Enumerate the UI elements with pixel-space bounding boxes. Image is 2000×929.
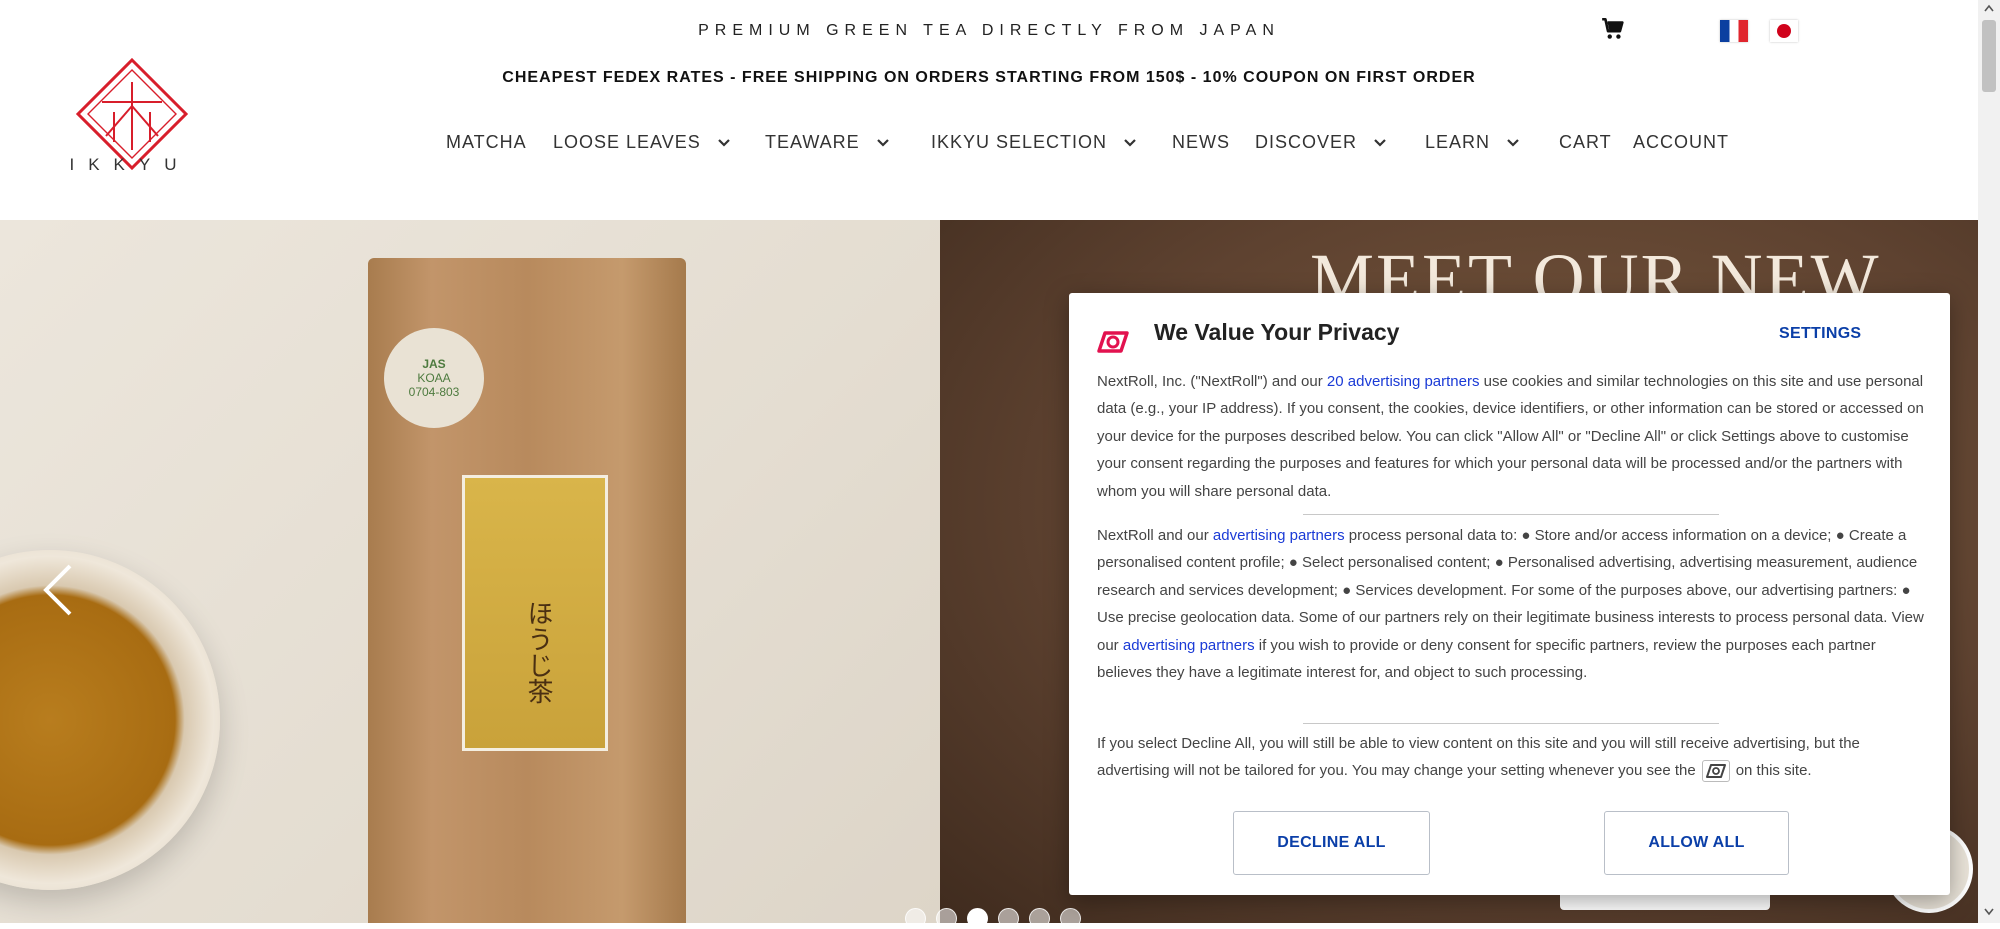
nav-item-label: ACCOUNT (1633, 132, 1729, 152)
slider-pagination (905, 908, 1081, 929)
slider-dot-active[interactable] (967, 908, 988, 929)
nav-item-loose-leaves[interactable]: LOOSE LEAVES (553, 132, 731, 153)
nav-item-label: NEWS (1172, 132, 1230, 152)
seal-text: JAS (422, 357, 446, 371)
seal-text: 0704-803 (408, 385, 460, 399)
nav-item-matcha[interactable]: MATCHA (446, 132, 527, 153)
allow-all-button[interactable]: ALLOW ALL (1604, 811, 1789, 875)
nextroll-logo-icon (1097, 331, 1129, 353)
nav-item-account[interactable]: ACCOUNT (1633, 132, 1729, 153)
consent-paragraph-1: NextRoll, Inc. ("NextRoll") and our 20 a… (1097, 368, 1925, 505)
nav-item-learn[interactable]: LEARN (1425, 132, 1520, 153)
settings-button[interactable]: SETTINGS (1779, 325, 1861, 343)
advertising-partners-link[interactable]: advertising partners (1123, 637, 1255, 654)
chevron-down-icon (1374, 138, 1386, 147)
advertising-partners-link[interactable]: 20 advertising partners (1327, 373, 1480, 390)
nav-item-label: CART (1559, 132, 1612, 152)
consent-paragraph-3: If you select Decline All, you will stil… (1097, 730, 1925, 785)
nav-item-ikkyu-selection[interactable]: IKKYU SELECTION (931, 132, 1137, 153)
slider-prev-arrow-icon[interactable] (40, 562, 76, 618)
nav-item-label: MATCHA (446, 132, 527, 152)
slider-dot[interactable] (998, 908, 1019, 929)
nav-item-label: TEAWARE (765, 132, 860, 152)
consent-title: We Value Your Privacy (1154, 319, 1400, 345)
page-scrollbar[interactable] (1978, 0, 2000, 923)
nav-item-label: DISCOVER (1255, 132, 1358, 152)
chevron-down-icon (1124, 138, 1136, 147)
slider-dot[interactable] (1060, 908, 1081, 929)
scrollbar-thumb[interactable] (1982, 20, 1996, 92)
nextroll-settings-icon[interactable] (1701, 760, 1730, 783)
scroll-up-arrow-icon[interactable] (1984, 4, 1994, 12)
chevron-down-icon (717, 138, 730, 147)
consent-text: use cookies and similar technologies on … (1097, 373, 1924, 500)
promo-banner: CHEAPEST FEDEX RATES - FREE SHIPPING ON … (502, 69, 1476, 86)
tea-bag-label-text: ほうじ茶 (523, 600, 553, 704)
slider-dot[interactable] (936, 908, 957, 929)
nav-item-label: IKKYU SELECTION (931, 132, 1108, 152)
privacy-consent-dialog: We Value Your Privacy SETTINGS NextRoll,… (1069, 293, 1950, 895)
consent-paragraph-2: NextRoll and our advertising partners pr… (1097, 522, 1925, 686)
header-tagline: PREMIUM GREEN TEA DIRECTLY FROM JAPAN (698, 22, 1280, 39)
cart-icon[interactable] (1600, 16, 1626, 42)
consent-text: NextRoll, Inc. ("NextRoll") and our (1097, 373, 1327, 390)
fr-flag-icon[interactable] (1720, 20, 1748, 42)
jp-flag-icon[interactable] (1770, 20, 1798, 42)
divider (1303, 723, 1719, 724)
consent-text: process personal data to: ● Store and/or… (1097, 527, 1924, 654)
nav-item-label: LEARN (1425, 132, 1491, 152)
nav-item-label: LOOSE LEAVES (553, 132, 701, 152)
logo-wordmark[interactable]: IKKYU (60, 155, 200, 175)
nav-item-discover[interactable]: DISCOVER (1255, 132, 1387, 153)
organic-seal-icon: JAS KOAA 0704-803 (384, 328, 484, 428)
seal-text: KOAA (417, 371, 451, 385)
nav-item-teaware[interactable]: TEAWARE (765, 132, 890, 153)
scroll-down-arrow-icon[interactable] (1984, 908, 1994, 916)
decline-all-button[interactable]: DECLINE ALL (1233, 811, 1430, 875)
consent-text: on this site. (1735, 762, 1812, 780)
divider (1303, 514, 1719, 515)
advertising-partners-link[interactable]: advertising partners (1213, 527, 1345, 544)
nav-item-news[interactable]: NEWS (1172, 132, 1230, 153)
slider-dot[interactable] (905, 908, 926, 929)
nav-item-cart[interactable]: CART (1559, 132, 1612, 153)
chevron-down-icon (876, 138, 889, 147)
chevron-down-icon (1507, 138, 1519, 147)
slider-dot[interactable] (1029, 908, 1050, 929)
consent-text: NextRoll and our (1097, 527, 1213, 544)
